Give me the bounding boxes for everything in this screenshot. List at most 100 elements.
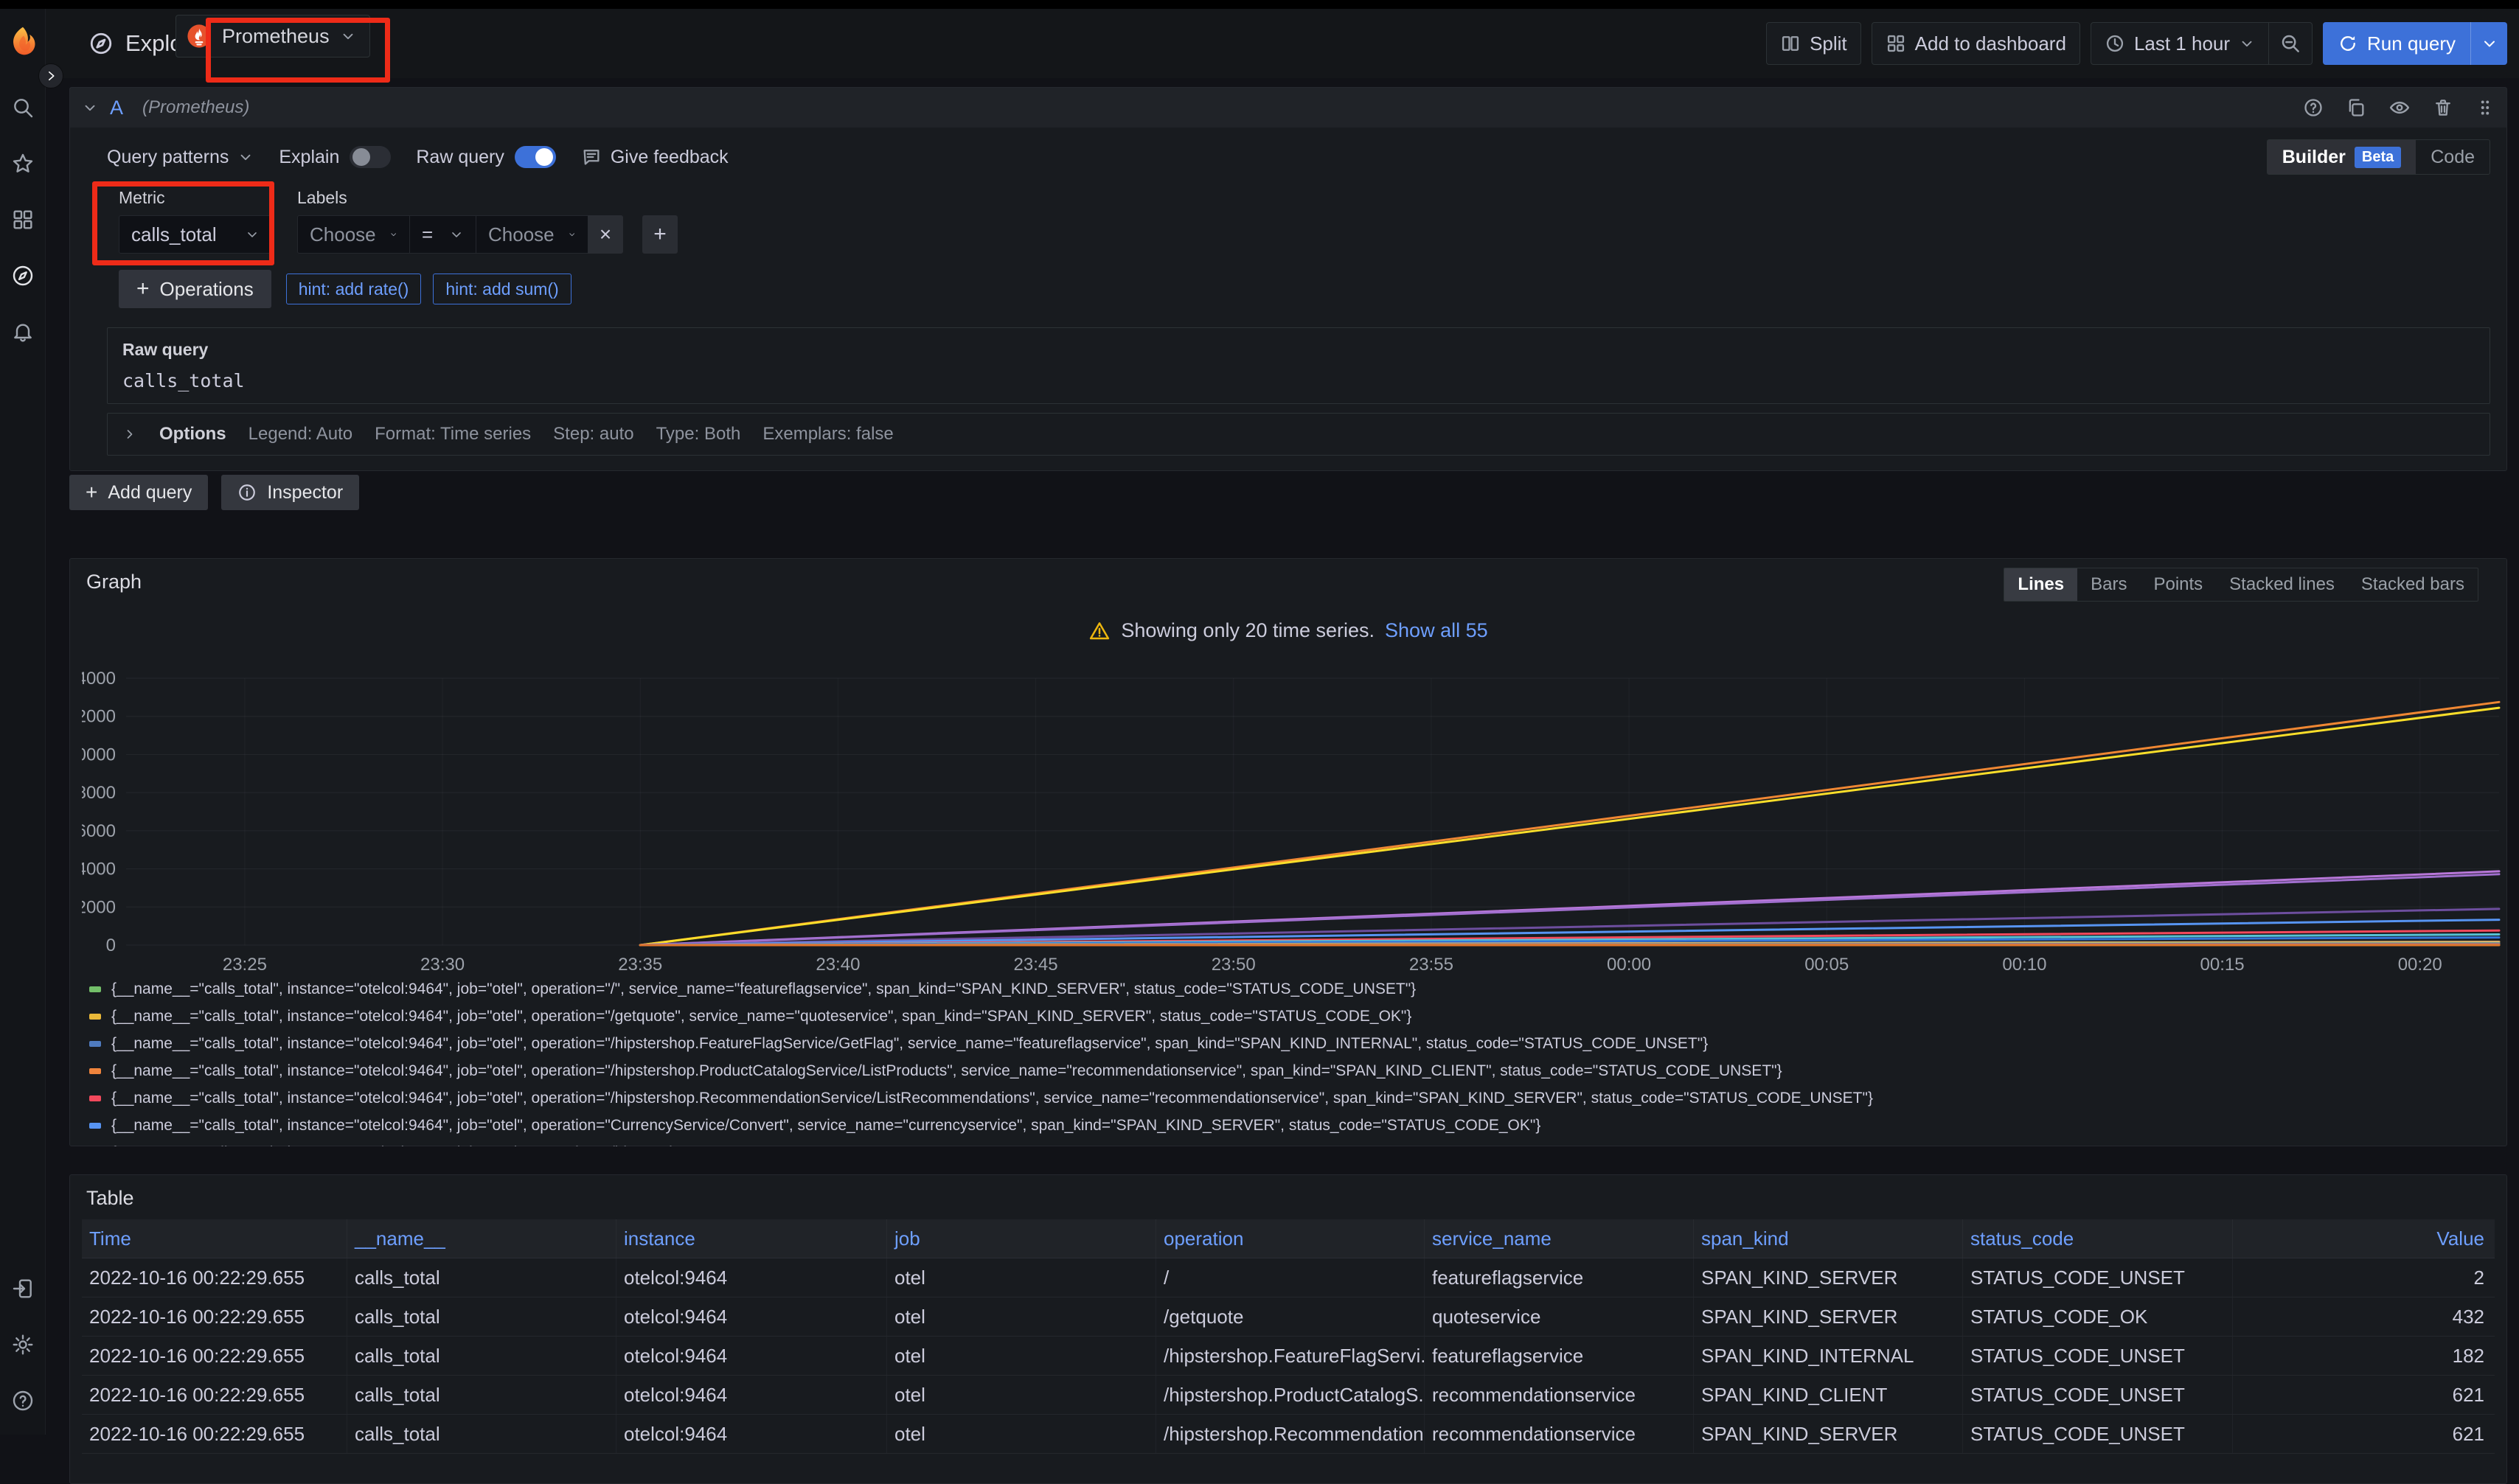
table-cell: 432 (2233, 1297, 2495, 1336)
legend-item[interactable]: {__name__="calls_total", instance="otelc… (89, 1003, 2495, 1030)
top-strip (0, 0, 2519, 9)
run-query-dropdown[interactable] (2470, 22, 2507, 65)
table-cell: /hipstershop.FeatureFlagServi... (1156, 1337, 1425, 1375)
table-row: 2022-10-16 00:22:29.655calls_totalotelco… (82, 1376, 2495, 1415)
table-cell: recommendationservice (1425, 1376, 1694, 1414)
add-label-filter-button[interactable]: + (642, 215, 678, 254)
legend-item[interactable]: {__name__="calls_total", instance="otelc… (89, 1057, 2495, 1084)
starred-icon[interactable] (11, 152, 35, 175)
graph-mode-lines[interactable]: Lines (2004, 568, 2077, 601)
column-header-statuscode[interactable]: status_code (1963, 1219, 2233, 1258)
dashboards-icon[interactable] (11, 208, 35, 231)
help-icon[interactable] (11, 1389, 35, 1412)
column-header-job[interactable]: job (887, 1219, 1156, 1258)
datasource-picker[interactable]: Prometheus (176, 15, 370, 58)
table-cell: otelcol:9464 (616, 1337, 887, 1375)
labels-label: Labels (297, 188, 678, 208)
query-patterns-dropdown[interactable]: Query patterns (107, 147, 254, 168)
explore-compass-icon (88, 31, 114, 56)
remove-query-trash-icon[interactable] (2433, 97, 2453, 118)
table-cell: SPAN_KIND_SERVER (1694, 1297, 1963, 1336)
legend-item[interactable]: {__name__="calls_total", instance="otelc… (89, 1030, 2495, 1057)
axis-tick-label: 23:50 (1212, 955, 1256, 975)
chevron-down-icon (245, 227, 260, 242)
code-tab[interactable]: Code (2416, 140, 2490, 174)
graph-mode-points[interactable]: Points (2140, 568, 2216, 601)
collapse-chevron-icon[interactable] (82, 100, 98, 116)
graph-legend: {__name__="calls_total", instance="otelc… (89, 975, 2495, 1146)
column-header-Time[interactable]: Time (82, 1219, 347, 1258)
legend-item[interactable]: {__name__="calls_total", instance="otelc… (89, 1112, 2495, 1139)
table-cell: calls_total (347, 1297, 616, 1336)
add-to-dashboard-button[interactable]: Add to dashboard (1872, 22, 2080, 65)
table-cell: otel (887, 1297, 1156, 1336)
query-options-row[interactable]: Options Legend: AutoFormat: Time seriesS… (107, 413, 2490, 456)
query-help-icon[interactable] (2303, 97, 2324, 118)
zoom-out-time-button[interactable] (2269, 22, 2313, 65)
graph-mode-stacked-bars[interactable]: Stacked bars (2348, 568, 2478, 601)
axis-tick-label: 0 (106, 936, 116, 955)
split-button[interactable]: Split (1766, 22, 1861, 65)
hint-button-0[interactable]: hint: add rate() (286, 274, 422, 304)
hint-button-1[interactable]: hint: add sum() (433, 274, 571, 304)
inspector-button[interactable]: Inspector (221, 475, 359, 510)
metric-field: Metric calls_total (119, 188, 272, 254)
axis-tick-label: 00:20 (2398, 955, 2442, 975)
legend-item[interactable]: {__name__="calls_total", instance="otelc… (89, 975, 2495, 1003)
table-panel: Table Time__name__instancejoboperationse… (69, 1174, 2507, 1484)
show-all-series-link[interactable]: Show all 55 (1385, 619, 1488, 642)
legend-item[interactable]: {__name__="calls_total", instance="otelc… (89, 1084, 2495, 1112)
grafana-logo-icon[interactable] (7, 25, 39, 58)
alerting-bell-icon[interactable] (11, 320, 35, 344)
legend-label: {__name__="calls_total", instance="otelc… (111, 1062, 1782, 1080)
table-cell: otel (887, 1258, 1156, 1297)
explain-toggle[interactable] (350, 146, 391, 168)
column-header-name[interactable]: __name__ (347, 1219, 616, 1258)
time-series-chart[interactable]: 0200040006000800010000120001400023:2523:… (82, 669, 2501, 986)
drag-handle-icon[interactable] (2475, 98, 2495, 117)
graph-mode-bars[interactable]: Bars (2077, 568, 2140, 601)
table-cell: /getquote (1156, 1297, 1425, 1336)
column-header-instance[interactable]: instance (616, 1219, 887, 1258)
column-header-operation[interactable]: operation (1156, 1219, 1425, 1258)
options-label: Options (159, 424, 226, 445)
sign-in-icon[interactable] (11, 1277, 35, 1300)
settings-gear-icon[interactable] (11, 1333, 35, 1356)
table-header-row: Time__name__instancejoboperationservice_… (82, 1219, 2495, 1258)
label-value-select[interactable]: Choose (476, 215, 588, 254)
sidebar-expand-button[interactable] (38, 63, 63, 88)
table-cell: 2022-10-16 00:22:29.655 (82, 1376, 347, 1414)
label-name-select[interactable]: Choose (297, 215, 409, 254)
give-feedback-link[interactable]: Give feedback (581, 147, 729, 168)
time-range-picker[interactable]: Last 1 hour (2091, 22, 2269, 65)
axis-tick-label: 23:55 (1409, 955, 1453, 975)
table-cell: recommendationservice (1425, 1415, 1694, 1453)
run-query-button[interactable]: Run query (2323, 22, 2507, 65)
label-operator-select[interactable]: = (409, 215, 476, 254)
column-header-spankind[interactable]: span_kind (1694, 1219, 1963, 1258)
raw-query-toggle[interactable] (515, 146, 556, 168)
axis-tick-label: 00:00 (1607, 955, 1651, 975)
table-cell: otelcol:9464 (616, 1415, 887, 1453)
remove-label-filter-button[interactable]: × (588, 215, 623, 254)
add-query-button[interactable]: +Add query (69, 475, 208, 510)
hide-response-eye-icon[interactable] (2388, 97, 2411, 119)
builder-tab[interactable]: Builder Beta (2268, 140, 2416, 174)
search-icon[interactable] (11, 96, 35, 119)
column-header-servicename[interactable]: service_name (1425, 1219, 1694, 1258)
legend-label: {__name__="calls_total", instance="otelc… (111, 980, 1416, 998)
axis-tick-label: 14000 (82, 669, 116, 689)
graph-mode-stacked-lines[interactable]: Stacked lines (2216, 568, 2348, 601)
query-row-header[interactable]: A (Prometheus) (70, 88, 2506, 128)
raw-query-expression: calls_total (122, 370, 2475, 391)
table-cell: 2022-10-16 00:22:29.655 (82, 1415, 347, 1453)
series-limit-warning: Showing only 20 time series. Show all 55 (70, 619, 2506, 642)
metric-select[interactable]: calls_total (119, 215, 272, 254)
table-cell: 621 (2233, 1415, 2495, 1453)
explore-icon[interactable] (11, 264, 35, 288)
option-summary-item: Step: auto (553, 424, 633, 445)
column-header-Value[interactable]: Value (2233, 1219, 2495, 1258)
legend-item[interactable]: {__name__="calls_total", instance="otelc… (89, 1139, 2495, 1146)
duplicate-query-icon[interactable] (2346, 97, 2366, 118)
add-operations-button[interactable]: + Operations (119, 270, 271, 308)
